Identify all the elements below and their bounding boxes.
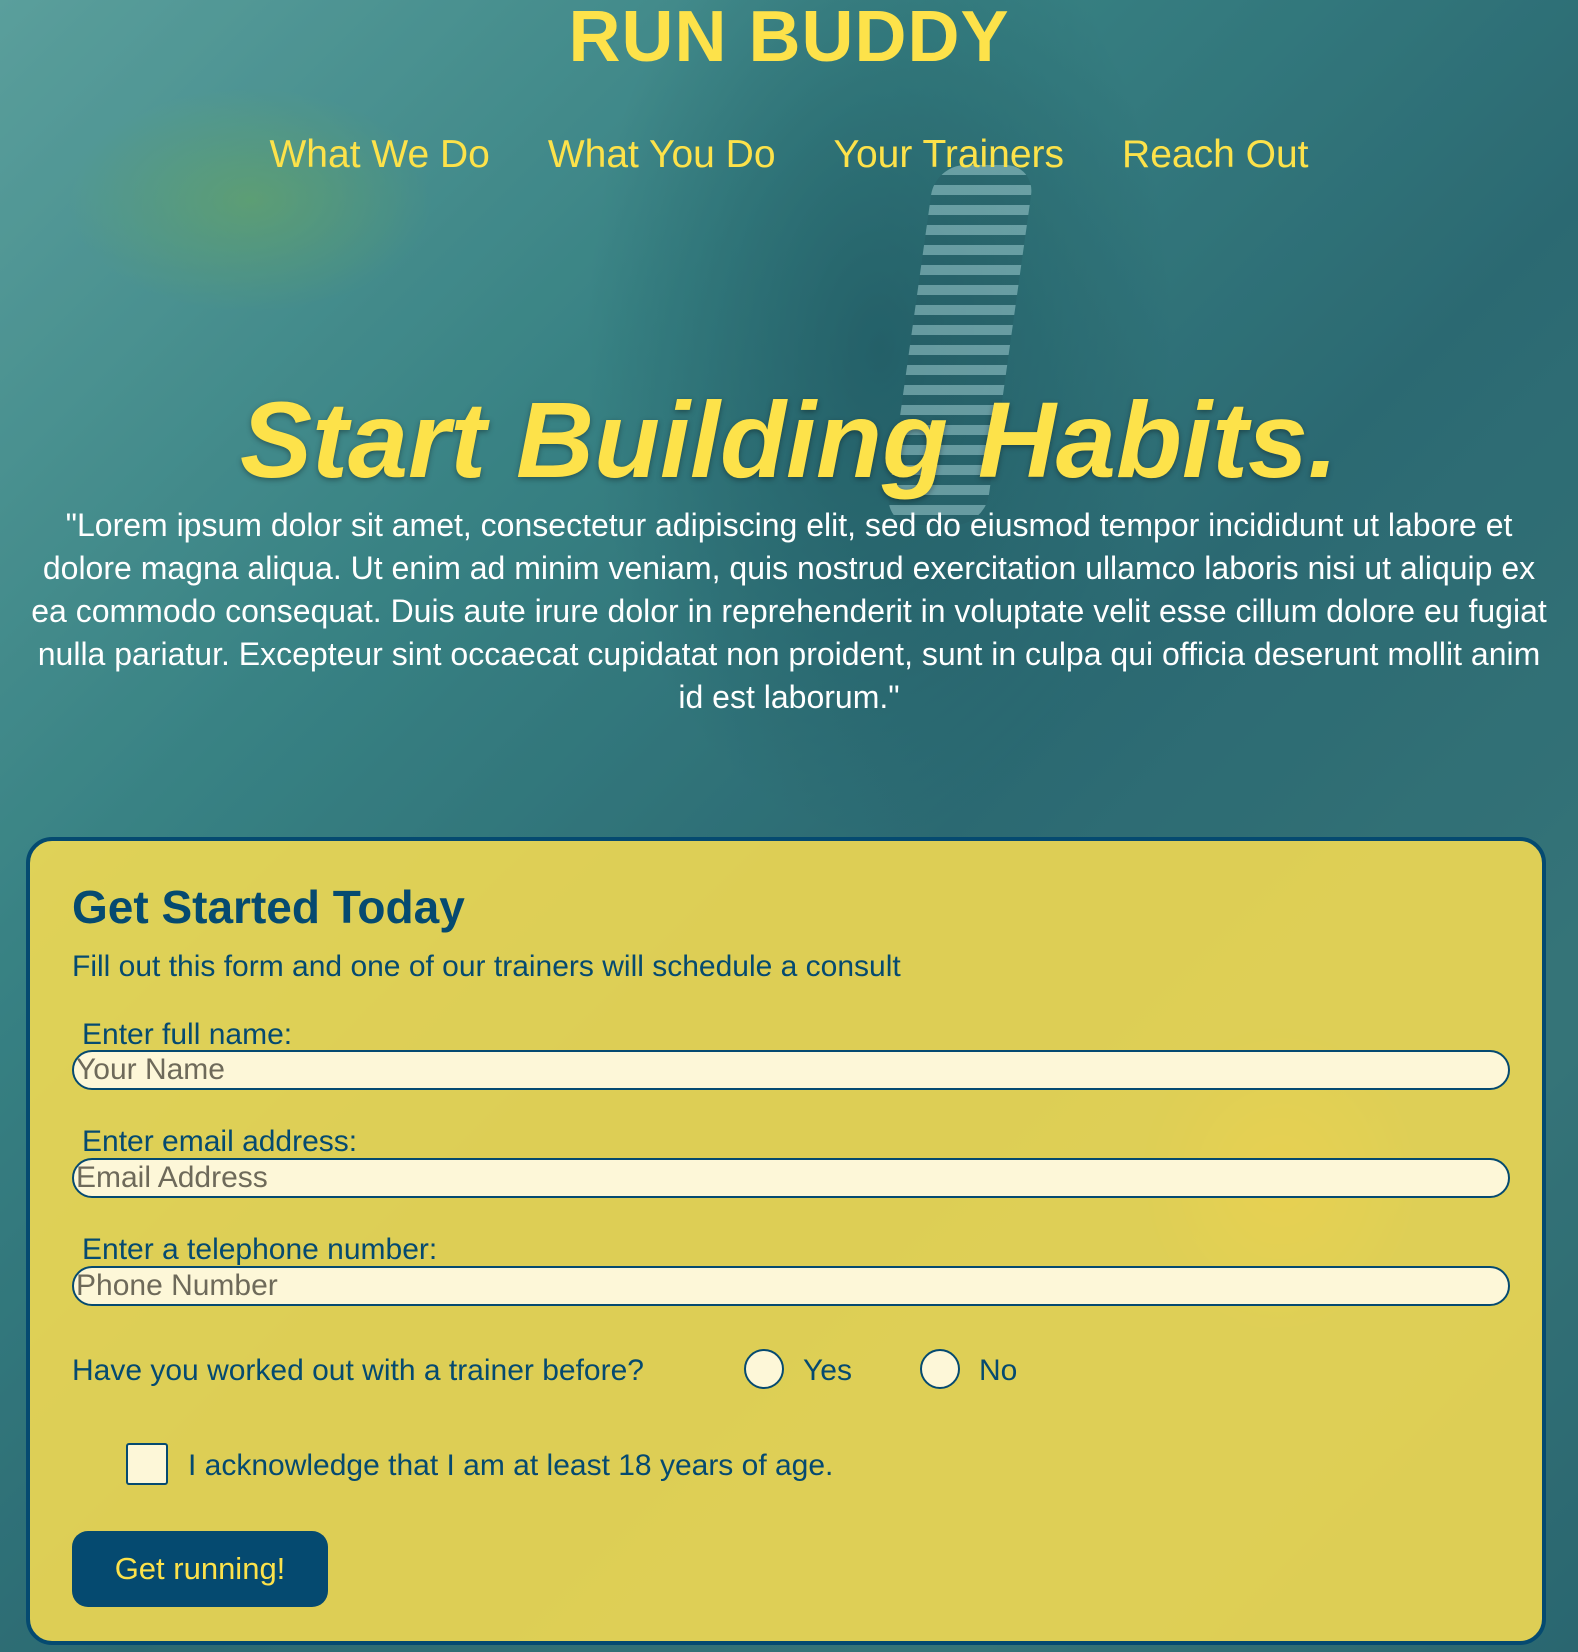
name-input[interactable] bbox=[72, 1050, 1510, 1090]
site-header: RUN BUDDY bbox=[0, 0, 1578, 74]
submit-button[interactable]: Get running! bbox=[72, 1531, 328, 1607]
radio-yes-label[interactable]: Yes bbox=[803, 1353, 852, 1389]
age-checkbox[interactable] bbox=[126, 1443, 168, 1485]
radio-yes[interactable] bbox=[744, 1349, 784, 1389]
email-input[interactable] bbox=[72, 1158, 1510, 1198]
signup-form: Get Started Today Fill out this form and… bbox=[26, 837, 1546, 1645]
nav-link-what-you-do[interactable]: What You Do bbox=[548, 132, 776, 178]
brand-logo[interactable]: RUN BUDDY bbox=[0, 0, 1578, 74]
age-checkbox-label[interactable]: I acknowledge that I am at least 18 year… bbox=[188, 1448, 833, 1484]
name-label: Enter full name: bbox=[82, 1018, 293, 1051]
hero-title: Start Building Habits. bbox=[239, 379, 1339, 500]
form-title: Get Started Today bbox=[72, 881, 465, 933]
nav-link-your-trainers[interactable]: Your Trainers bbox=[834, 132, 1065, 178]
trainer-question: Have you worked out with a trainer befor… bbox=[72, 1354, 644, 1387]
nav-link-what-we-do[interactable]: What We Do bbox=[270, 132, 490, 178]
radio-no-label[interactable]: No bbox=[979, 1353, 1017, 1389]
hero-quote: "Lorem ipsum dolor sit amet, consectetur… bbox=[31, 507, 1547, 715]
main-nav: What We Do What You Do Your Trainers Rea… bbox=[0, 132, 1578, 178]
radio-no[interactable] bbox=[920, 1349, 960, 1389]
email-label: Enter email address: bbox=[82, 1125, 358, 1158]
form-subtitle: Fill out this form and one of our traine… bbox=[72, 950, 901, 983]
phone-label: Enter a telephone number: bbox=[82, 1233, 438, 1266]
nav-link-reach-out[interactable]: Reach Out bbox=[1122, 132, 1308, 178]
phone-input[interactable] bbox=[72, 1266, 1510, 1306]
